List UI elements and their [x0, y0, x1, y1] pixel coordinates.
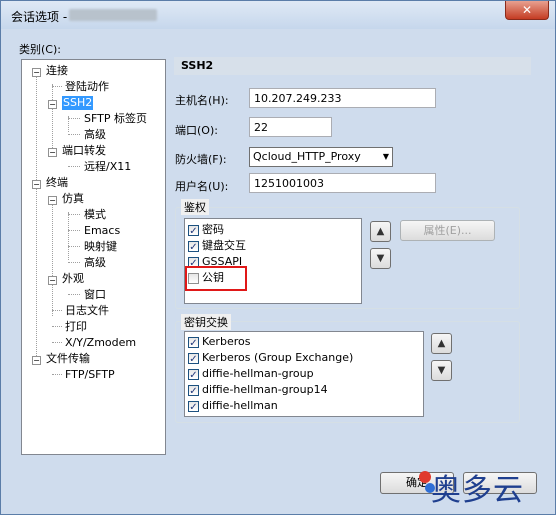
tree-item-ssh2-advanced[interactable]: 高级	[84, 128, 106, 142]
move-up-button[interactable]: ▲	[370, 221, 391, 242]
tree-item-emulation[interactable]: 仿真	[62, 192, 84, 206]
checkbox-checked-icon[interactable]: ✓	[188, 400, 199, 413]
tree-item-ftp-sftp[interactable]: FTP/SFTP	[65, 368, 115, 382]
tree-item-file-transfer[interactable]: 文件传输	[46, 352, 90, 366]
tree-item-emulation-advanced[interactable]: 高级	[84, 256, 106, 270]
kex-move-down-button[interactable]: ▼	[431, 360, 452, 381]
title-bar: 会话选项 - ✕	[1, 1, 555, 29]
window-title: 会话选项 -	[11, 10, 68, 24]
checkbox-checked-icon[interactable]: ✓	[188, 336, 199, 349]
kex-item[interactable]: ✓ diffie-hellman-group	[188, 366, 314, 382]
tree-item-print[interactable]: 打印	[65, 320, 87, 334]
tree-item-emacs[interactable]: Emacs	[84, 224, 120, 238]
collapse-icon[interactable]: −	[48, 100, 57, 109]
tree-item-sftp-tab[interactable]: SFTP 标签页	[84, 112, 147, 126]
category-label: 类别(C):	[19, 43, 61, 56]
category-tree[interactable]: − 连接 登陆动作 − SSH2 SFTP 标签页 高级 − 端口转发 远程/X…	[21, 59, 166, 455]
checkbox-checked-icon[interactable]: ✓	[188, 224, 199, 237]
tree-item-remote-x11[interactable]: 远程/X11	[84, 160, 131, 174]
kex-item[interactable]: ✓ diffie-hellman-group14	[188, 382, 328, 398]
collapse-icon[interactable]: −	[48, 148, 57, 157]
move-down-button[interactable]: ▼	[370, 248, 391, 269]
tree-item-port-forwarding[interactable]: 端口转发	[62, 144, 106, 158]
section-title: SSH2	[174, 57, 531, 75]
watermark: 奥多云	[431, 473, 524, 508]
checkbox-checked-icon[interactable]: ✓	[188, 368, 199, 381]
hostname-input[interactable]: 10.207.249.233	[249, 88, 436, 108]
firewall-value: Qcloud_HTTP_Proxy	[253, 150, 361, 163]
tree-item-xyzmodem[interactable]: X/Y/Zmodem	[65, 336, 136, 350]
collapse-icon[interactable]: −	[32, 68, 41, 77]
checkbox-checked-icon[interactable]: ✓	[188, 240, 199, 253]
tree-item-log-file[interactable]: 日志文件	[65, 304, 109, 318]
checkbox-checked-icon[interactable]: ✓	[188, 352, 199, 365]
tree-item-ssh2[interactable]: SSH2	[62, 96, 94, 110]
collapse-icon[interactable]: −	[32, 180, 41, 189]
port-input[interactable]: 22	[249, 117, 332, 137]
annotation-highlight-box	[185, 266, 247, 291]
collapse-icon[interactable]: −	[48, 196, 57, 205]
firewall-label: 防火墙(F):	[175, 153, 227, 166]
kex-item-label: diffie-hellman-group14	[202, 383, 328, 396]
username-label: 用户名(U):	[175, 180, 229, 193]
session-options-window: 会话选项 - ✕ 类别(C): − 连接 登陆动作 − SSH2 SFTP 标签…	[0, 0, 556, 515]
kex-item-label: diffie-hellman	[202, 399, 278, 412]
properties-button[interactable]: 属性(E)...	[400, 220, 495, 241]
kex-item-label: Kerberos	[202, 335, 251, 348]
collapse-icon[interactable]: −	[48, 276, 57, 285]
hostname-label: 主机名(H):	[175, 94, 229, 107]
firewall-select[interactable]: Qcloud_HTTP_Proxy ▼	[249, 147, 393, 167]
tree-item-keymap[interactable]: 映射键	[84, 240, 117, 254]
watermark-logo-dot	[419, 471, 431, 483]
close-button[interactable]: ✕	[505, 1, 549, 20]
username-input[interactable]: 1251001003	[249, 173, 436, 193]
kex-item[interactable]: ✓ diffie-hellman	[188, 398, 278, 414]
tree-item-terminal[interactable]: 终端	[46, 176, 68, 190]
auth-group-title: 鉴权	[181, 199, 209, 215]
collapse-icon[interactable]: −	[32, 356, 41, 365]
auth-item-label: 键盘交互	[202, 239, 246, 252]
dropdown-arrow-icon: ▼	[382, 152, 389, 161]
kex-group-title: 密钥交换	[181, 314, 231, 330]
auth-item[interactable]: ✓ 键盘交互	[188, 238, 246, 254]
kex-item[interactable]: ✓ Kerberos	[188, 334, 250, 350]
checkbox-checked-icon[interactable]: ✓	[188, 384, 199, 397]
kex-item-label: diffie-hellman-group	[202, 367, 314, 380]
auth-list[interactable]: ✓ 密码 ✓ 键盘交互 ✓ GSSAPI 公钥	[184, 218, 362, 304]
auth-item-label: 密码	[202, 223, 224, 236]
kex-move-up-button[interactable]: ▲	[431, 333, 452, 354]
tree-item-connection[interactable]: 连接	[46, 64, 68, 78]
port-label: 端口(O):	[175, 124, 218, 137]
tree-item-window[interactable]: 窗口	[84, 288, 106, 302]
kex-item-label: Kerberos (Group Exchange)	[202, 351, 354, 364]
kex-item[interactable]: ✓ Kerberos (Group Exchange)	[188, 350, 353, 366]
tree-item-appearance[interactable]: 外观	[62, 272, 84, 286]
redacted-session-name	[69, 9, 157, 21]
kex-list[interactable]: ✓ Kerberos ✓ Kerberos (Group Exchange) ✓ di…	[184, 331, 424, 417]
tree-item-login-actions[interactable]: 登陆动作	[65, 80, 109, 94]
tree-item-modes[interactable]: 模式	[84, 208, 106, 222]
auth-item[interactable]: ✓ 密码	[188, 222, 224, 238]
